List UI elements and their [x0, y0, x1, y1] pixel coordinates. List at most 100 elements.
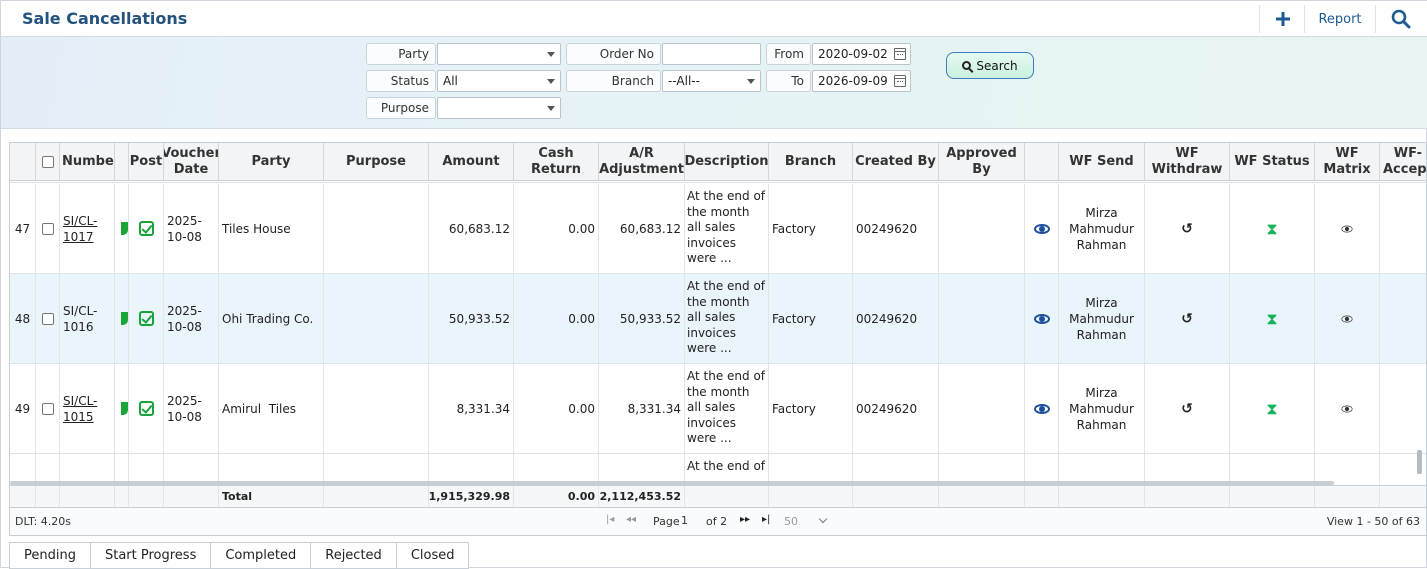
- first-page-icon[interactable]: |◂: [606, 514, 614, 525]
- header-divider: [1375, 5, 1376, 33]
- report-button[interactable]: Report: [1310, 5, 1370, 33]
- flag-cell: [115, 274, 129, 363]
- view-cell: [1025, 364, 1059, 453]
- row-checkbox[interactable]: [41, 402, 54, 415]
- totals-spacer: [36, 486, 60, 507]
- view-cell: [1025, 184, 1059, 273]
- party-select[interactable]: [437, 43, 561, 65]
- status-select[interactable]: All: [437, 70, 561, 92]
- select-all-checkbox[interactable]: [41, 155, 54, 168]
- matrix-eye-icon[interactable]: [1341, 315, 1353, 322]
- column-header-description[interactable]: Description: [685, 143, 769, 180]
- wf-status-cell: [1230, 454, 1315, 483]
- column-header-created-by[interactable]: Created By: [853, 143, 939, 180]
- number-link[interactable]: SI/CL-1015: [63, 393, 114, 425]
- number-link[interactable]: SI/CL-1017: [63, 213, 114, 245]
- column-header-wf-status[interactable]: WF Status: [1230, 143, 1315, 180]
- column-header-approved-by[interactable]: Approved By: [939, 143, 1025, 180]
- page-number-input[interactable]: 1: [681, 512, 703, 530]
- wf-accept-cell: [1380, 364, 1426, 453]
- total-amount: 1,915,329.98: [429, 486, 514, 507]
- prev-page-icon[interactable]: ◂◂: [626, 514, 636, 525]
- search-icon: [962, 61, 972, 70]
- column-header-wf-withdraw[interactable]: WF Withdraw: [1145, 143, 1230, 180]
- add-button[interactable]: [1269, 5, 1297, 33]
- order-no-input[interactable]: [662, 43, 761, 65]
- hourglass-icon[interactable]: ⧗: [1266, 220, 1277, 237]
- column-header-branch[interactable]: Branch: [769, 143, 853, 180]
- app-window: Sale Cancellations Report Party Status A…: [0, 0, 1427, 569]
- ar-adjustment-cell: 60,683.12: [599, 184, 685, 273]
- row-select: [36, 454, 60, 483]
- cash-return-cell: 0.00: [514, 364, 599, 453]
- column-header-wf-send[interactable]: WF Send: [1059, 143, 1145, 180]
- tab-rejected[interactable]: Rejected: [310, 542, 396, 569]
- tab-closed[interactable]: Closed: [395, 542, 470, 569]
- column-header-ar-adjustment[interactable]: A/R Adjustment: [599, 143, 685, 180]
- wf-accept-cell: [1380, 274, 1426, 363]
- description-cell: At the end of: [685, 454, 769, 483]
- withdraw-undo-icon[interactable]: ↺: [1181, 311, 1193, 327]
- purpose-cell: [324, 454, 429, 483]
- view-eye-icon[interactable]: [1033, 223, 1050, 234]
- view-range: View 1 - 50 of 63: [1326, 515, 1420, 528]
- column-header-purpose[interactable]: Purpose: [324, 143, 429, 180]
- vertical-scrollbar[interactable]: [1417, 450, 1422, 474]
- column-header-cash-return[interactable]: Cash Return: [514, 143, 599, 180]
- tab-completed[interactable]: Completed: [210, 542, 311, 569]
- post-cell: [129, 184, 164, 273]
- column-header-wf-accept[interactable]: WF-Accept: [1380, 143, 1426, 180]
- voucher-date-cell: 2025-10-08: [164, 364, 219, 453]
- hourglass-icon[interactable]: ⧗: [1266, 310, 1277, 327]
- ar-adjustment-cell: 50,933.52: [599, 274, 685, 363]
- table-row[interactable]: 49 SI/CL-1015 2025-10-08 Amirul Tiles 8,…: [10, 364, 1426, 454]
- row-select: [36, 364, 60, 453]
- post-cell: [129, 454, 164, 483]
- row-checkbox[interactable]: [41, 312, 54, 325]
- hourglass-icon[interactable]: ⧗: [1266, 400, 1277, 417]
- header-divider: [1259, 5, 1260, 33]
- view-eye-icon[interactable]: [1033, 313, 1050, 324]
- wf-send-cell: [1059, 454, 1145, 483]
- cash-return-cell: 0.00: [514, 274, 599, 363]
- filter-panel: Party Status All Purpose Order No Branch…: [1, 37, 1427, 129]
- matrix-eye-icon[interactable]: [1341, 405, 1353, 412]
- tab-start-progress[interactable]: Start Progress: [89, 542, 211, 569]
- party-cell: [219, 454, 324, 483]
- column-header-amount[interactable]: Amount: [429, 143, 514, 180]
- totals-spacer: [853, 486, 939, 507]
- from-date-input[interactable]: 2020-09-02: [812, 43, 911, 65]
- search-button[interactable]: Search: [946, 52, 1034, 79]
- posted-check-icon: [138, 401, 154, 416]
- column-header-wf-matrix[interactable]: WF Matrix: [1315, 143, 1380, 180]
- chevron-down-icon: [747, 79, 755, 84]
- column-header-voucher-date[interactable]: Voucher Date: [164, 143, 219, 180]
- view-eye-icon[interactable]: [1033, 403, 1050, 414]
- calendar-icon[interactable]: [894, 48, 906, 60]
- row-checkbox[interactable]: [41, 222, 54, 235]
- table-row[interactable]: At the end of: [10, 454, 1426, 483]
- description-cell: At the end of the month all sales invoic…: [685, 184, 769, 273]
- tab-pending[interactable]: Pending: [9, 542, 90, 569]
- next-page-icon[interactable]: ▸▸: [740, 514, 750, 525]
- matrix-eye-icon[interactable]: [1341, 225, 1353, 232]
- search-toggle-button[interactable]: [1384, 5, 1418, 33]
- table-row[interactable]: 47 SI/CL-1017 2025-10-08 Tiles House 60,…: [10, 184, 1426, 274]
- column-header-post[interactable]: Post: [129, 143, 164, 180]
- column-header-number[interactable]: Number: [60, 143, 115, 180]
- withdraw-undo-icon[interactable]: ↺: [1181, 401, 1193, 417]
- calendar-icon[interactable]: [894, 75, 906, 87]
- withdraw-undo-icon[interactable]: ↺: [1181, 221, 1193, 237]
- rows-per-page-select[interactable]: 50: [784, 514, 828, 528]
- header-divider: [1304, 5, 1305, 33]
- purpose-select[interactable]: [437, 97, 561, 119]
- table-row[interactable]: 48 SI/CL-1016 2025-10-08 Ohi Trading Co.…: [10, 274, 1426, 364]
- number-cell[interactable]: SI/CL-1016: [60, 274, 115, 363]
- branch-select[interactable]: --All--: [662, 70, 761, 92]
- last-page-icon[interactable]: ▸|: [762, 514, 770, 525]
- to-date-input[interactable]: 2026-09-09: [812, 70, 911, 92]
- flag-cell: [115, 454, 129, 483]
- table-row[interactable]: [10, 181, 1426, 183]
- totals-spacer: [1145, 486, 1230, 507]
- column-header-party[interactable]: Party: [219, 143, 324, 180]
